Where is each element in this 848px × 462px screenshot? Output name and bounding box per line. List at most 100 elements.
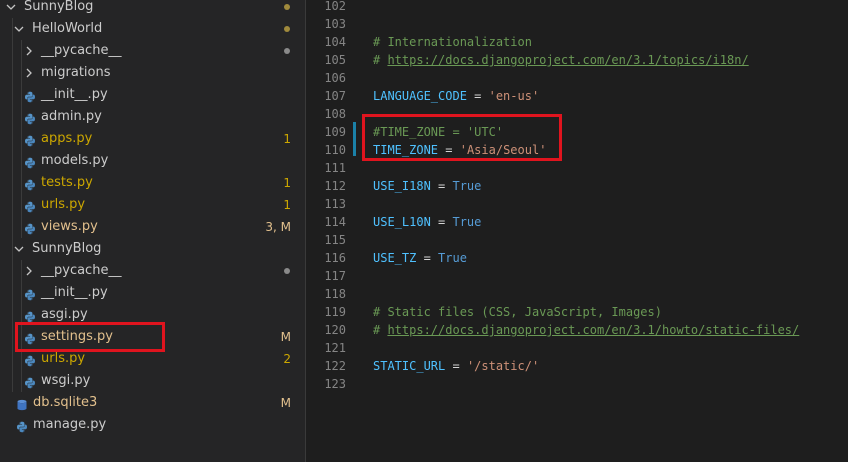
explorer-item-label: __pycache__ <box>41 263 122 278</box>
explorer-item-apps[interactable]: apps.py 1 <box>0 128 305 150</box>
explorer-item-sunnyblog-pkg[interactable]: SunnyBlog <box>0 238 305 260</box>
explorer-item-sunnyblog-init[interactable]: __init__.py <box>0 282 305 304</box>
code-token-comment: # <box>373 323 388 337</box>
explorer-item-db-sqlite3[interactable]: db.sqlite3 M <box>0 392 305 414</box>
chevron-right-icon[interactable] <box>22 62 36 84</box>
python-file-icon <box>24 287 36 301</box>
explorer-item-admin[interactable]: admin.py <box>0 106 305 128</box>
chevron-right-icon[interactable] <box>22 260 36 282</box>
explorer-item-helloworld-pycache[interactable]: __pycache__ <box>0 40 305 62</box>
line-number: 123 <box>324 377 346 391</box>
explorer-item-wsgi[interactable]: wsgi.py <box>0 370 305 392</box>
code-token-op: = <box>430 179 453 193</box>
explorer-item-sunnyblog-pycache[interactable]: __pycache__ <box>0 260 305 282</box>
code-content: LANGUAGE_CODE = 'en-us' <box>373 87 539 105</box>
explorer-item-helloworld-urls[interactable]: urls.py 1 <box>0 194 305 216</box>
code-line[interactable]: 119 # Static files (CSS, JavaScript, Imag… <box>306 303 848 321</box>
python-file-icon <box>24 309 36 323</box>
code-line[interactable]: 102 <box>306 0 848 15</box>
explorer-item-views[interactable]: views.py 3, M <box>0 216 305 238</box>
explorer-item-label: __init__.py <box>41 87 108 102</box>
explorer-item-tests[interactable]: tests.py 1 <box>0 172 305 194</box>
code-line[interactable]: 117 <box>306 267 848 285</box>
code-content: # https://docs.djangoproject.com/en/3.1/… <box>373 51 749 69</box>
code-line[interactable]: 120 # https://docs.djangoproject.com/en/3… <box>306 321 848 339</box>
status-dot-icon <box>284 4 290 10</box>
code-token-link[interactable]: https://docs.djangoproject.com/en/3.1/to… <box>387 53 748 67</box>
code-line[interactable]: 122 STATIC_URL = '/static/' <box>306 357 848 375</box>
code-line[interactable]: 107 LANGUAGE_CODE = 'en-us' <box>306 87 848 105</box>
code-content: # Internationalization <box>373 33 532 51</box>
database-file-icon <box>16 397 28 411</box>
code-token-var: USE_L10N <box>373 215 431 229</box>
explorer-item-models[interactable]: models.py <box>0 150 305 172</box>
code-line[interactable]: 115 <box>306 231 848 249</box>
line-number: 119 <box>324 305 346 319</box>
line-number: 105 <box>324 53 346 67</box>
status-dot-icon <box>284 268 290 274</box>
explorer-item-label: models.py <box>41 153 109 168</box>
settings-file-highlight <box>15 322 165 352</box>
explorer-item-label: SunnyBlog <box>32 241 102 256</box>
code-content: # https://docs.djangoproject.com/en/3.1/… <box>373 321 799 339</box>
line-number: 108 <box>324 107 346 121</box>
chevron-down-icon[interactable] <box>4 0 18 18</box>
chevron-down-icon[interactable] <box>12 238 26 260</box>
code-token-op: = <box>430 215 453 229</box>
line-number: 103 <box>324 17 346 31</box>
explorer-item-helloworld-init[interactable]: __init__.py <box>0 84 305 106</box>
explorer-item-label: HelloWorld <box>32 21 103 36</box>
code-line[interactable]: 112 USE_I18N = True <box>306 177 848 195</box>
code-token-str: 'en-us' <box>488 89 540 103</box>
git-status-badge: 1 <box>283 176 291 190</box>
line-number: 118 <box>324 287 346 301</box>
code-token-const: True <box>438 251 467 265</box>
code-line[interactable]: 104 # Internationalization <box>306 33 848 51</box>
code-token-link[interactable]: https://docs.djangoproject.com/en/3.1/ho… <box>387 323 799 337</box>
code-token-op: = <box>416 251 439 265</box>
line-number: 113 <box>324 197 346 211</box>
code-token-const: True <box>452 215 482 229</box>
chevron-down-icon[interactable] <box>12 18 26 40</box>
code-line[interactable]: 103 <box>306 15 848 33</box>
explorer-item-root-sunnyblog[interactable]: SunnyBlog <box>0 0 305 18</box>
explorer-item-label: urls.py <box>41 197 86 212</box>
explorer-item-label: __init__.py <box>41 285 108 300</box>
code-token-op: = <box>466 89 489 103</box>
python-file-icon <box>24 89 36 103</box>
python-file-icon <box>24 353 36 367</box>
git-status-badge: 2 <box>283 352 291 366</box>
python-file-icon <box>24 221 36 235</box>
python-file-icon <box>24 375 36 389</box>
code-content: # Static files (CSS, JavaScript, Images) <box>373 303 662 321</box>
line-number: 107 <box>324 89 346 103</box>
code-line[interactable]: 105 # https://docs.djangoproject.com/en/3… <box>306 51 848 69</box>
code-line[interactable]: 121 <box>306 339 848 357</box>
timezone-code-highlight <box>362 114 562 161</box>
chevron-right-icon[interactable] <box>22 40 36 62</box>
code-line[interactable]: 116 USE_TZ = True <box>306 249 848 267</box>
line-number: 121 <box>324 341 346 355</box>
code-content: STATIC_URL = '/static/' <box>373 357 539 375</box>
explorer-item-helloworld[interactable]: HelloWorld <box>0 18 305 40</box>
code-line[interactable]: 114 USE_L10N = True <box>306 213 848 231</box>
code-token-var: USE_TZ <box>373 251 417 265</box>
code-content: USE_I18N = True <box>373 177 481 195</box>
git-status-badge: 1 <box>283 132 291 146</box>
code-token-op: = <box>445 359 467 373</box>
git-status-badge: M <box>280 396 291 410</box>
explorer-item-manage[interactable]: manage.py <box>0 414 305 436</box>
code-token-var: STATIC_URL <box>373 359 446 373</box>
code-line[interactable]: 118 <box>306 285 848 303</box>
code-editor[interactable]: 102 103 104 # Internationalization 105 # http… <box>306 0 848 462</box>
code-line[interactable]: 111 <box>306 159 848 177</box>
python-file-icon <box>24 133 36 147</box>
code-line[interactable]: 123 <box>306 375 848 393</box>
python-file-icon <box>24 177 36 191</box>
explorer-item-migrations[interactable]: migrations <box>0 62 305 84</box>
line-number: 115 <box>324 233 346 247</box>
explorer-item-label: admin.py <box>41 109 102 124</box>
code-line[interactable]: 106 <box>306 69 848 87</box>
explorer-item-label: views.py <box>41 219 98 234</box>
code-line[interactable]: 113 <box>306 195 848 213</box>
